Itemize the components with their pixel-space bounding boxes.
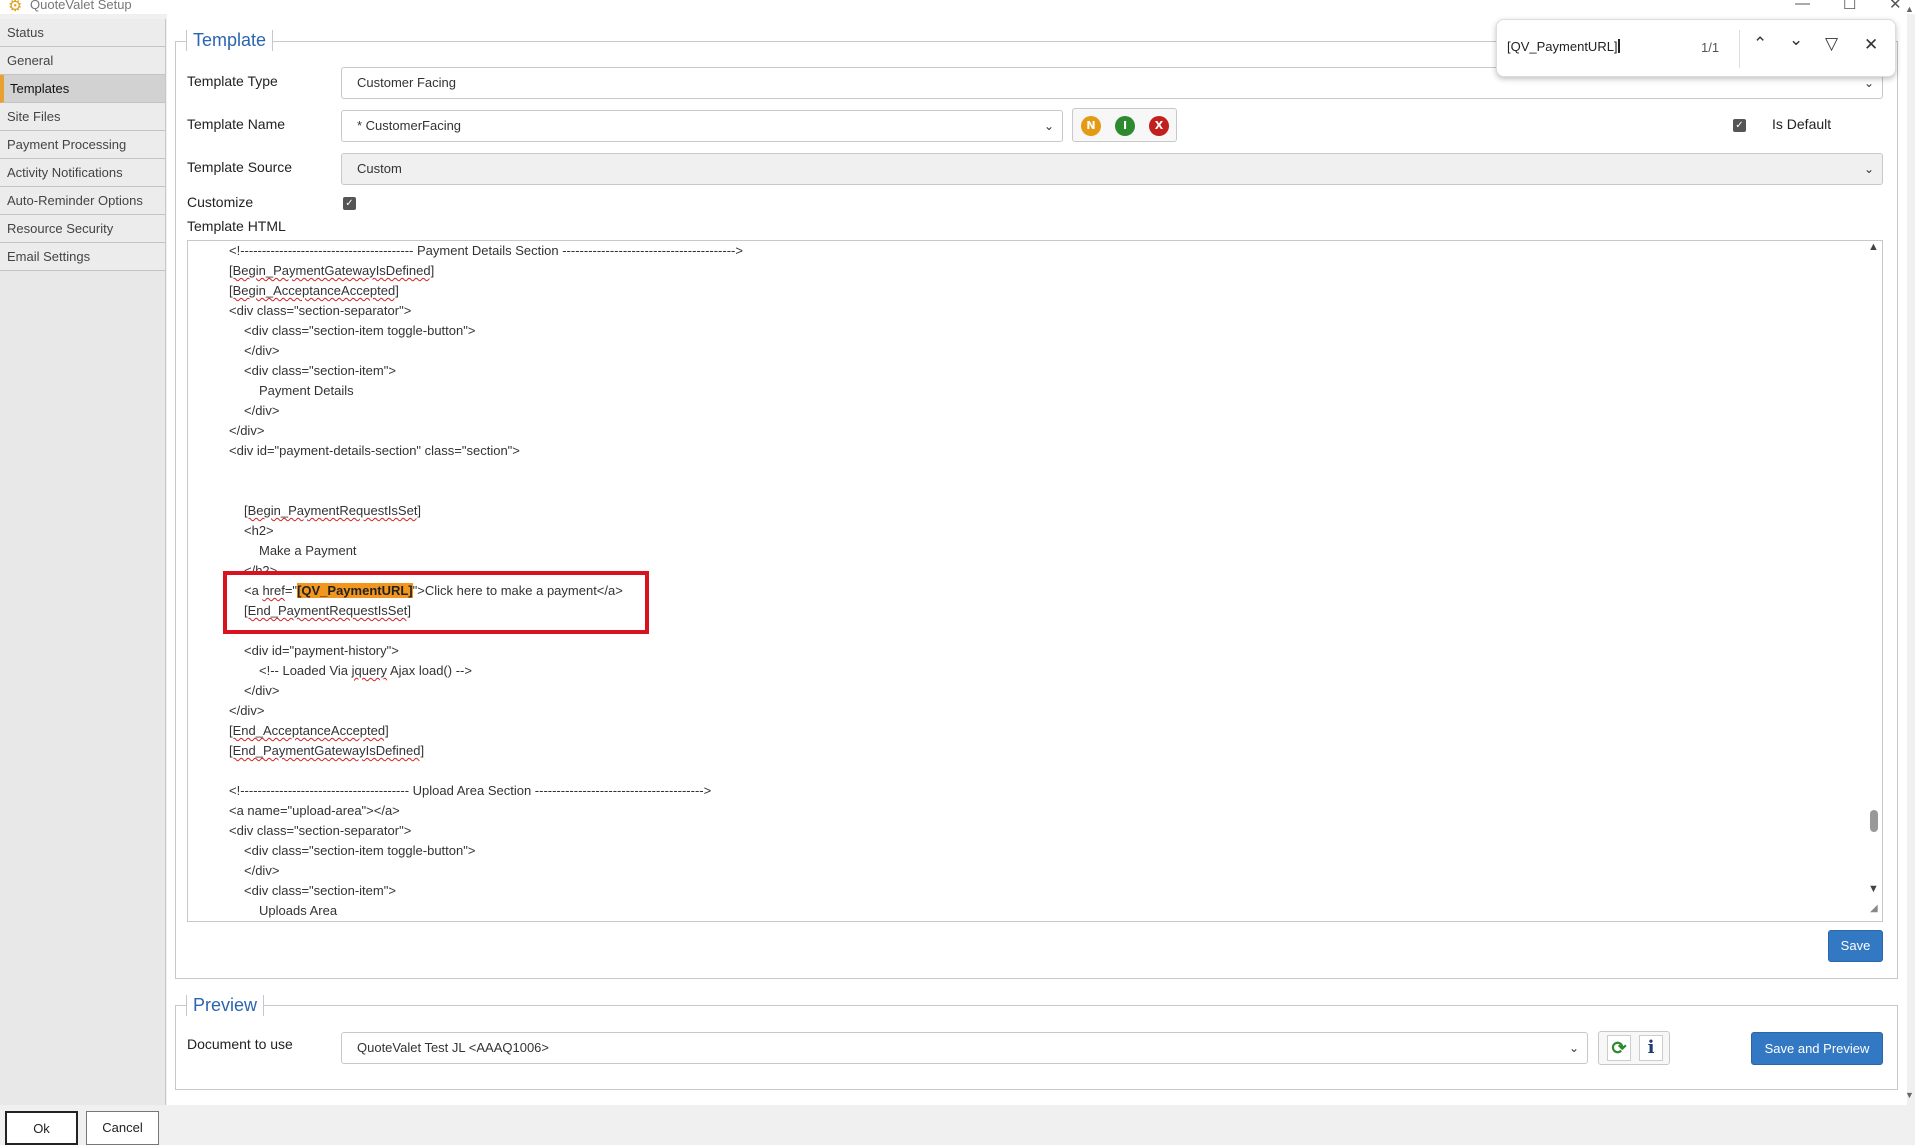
sidebar-item-activity-notifications[interactable]: Activity Notifications	[0, 159, 165, 187]
template-actions-group: N I X	[1072, 108, 1177, 142]
code-line: <div id="payment-history">	[244, 643, 399, 658]
template-type-label: Template Type	[187, 73, 278, 89]
document-actions-group: ⟳ i	[1598, 1031, 1670, 1065]
chevron-down-icon: ⌄	[1568, 1041, 1579, 1055]
template-html-label: Template HTML	[187, 218, 286, 234]
code-line: </div>	[244, 403, 280, 418]
template-name-label: Template Name	[187, 116, 286, 132]
chevron-down-icon: ⌄	[1863, 162, 1874, 176]
template-type-value: Customer Facing	[357, 75, 456, 90]
code-line: <h2>	[244, 523, 274, 538]
resize-grip-icon[interactable]: ◢	[1870, 903, 1878, 914]
text-cursor	[1617, 39, 1620, 53]
save-button[interactable]: Save	[1828, 930, 1883, 962]
code-line: <div class="section-item toggle-button">	[244, 843, 476, 858]
cancel-button[interactable]: Cancel	[86, 1111, 159, 1145]
sidebar-item-email-settings[interactable]: Email Settings	[0, 243, 165, 271]
info-template-button[interactable]: I	[1115, 116, 1135, 136]
chevron-down-icon: ⌄	[1043, 119, 1054, 133]
code-line: <!--------------------------------------…	[229, 783, 712, 798]
code-line: </div>	[229, 703, 265, 718]
code-line: <div class="section-item">	[244, 883, 396, 898]
maximize-button[interactable]: ☐	[1843, 0, 1856, 13]
new-template-button[interactable]: N	[1081, 116, 1101, 136]
code-line: [Begin_PaymentGatewayIsDefined]	[229, 263, 435, 278]
scroll-up-arrow-icon[interactable]: ▲	[1868, 241, 1879, 253]
code-line: </div>	[244, 343, 280, 358]
code-line: <!-- Loaded Via jquery Ajax load() -->	[259, 661, 472, 681]
code-line: <!--------------------------------------…	[229, 243, 743, 258]
code-line: <div class="section-item toggle-button">	[244, 323, 476, 338]
sidebar-item-templates[interactable]: Templates	[0, 75, 165, 103]
code-line: Payment Details	[259, 383, 354, 398]
page-scroll-down-icon[interactable]: ▼	[1905, 1090, 1914, 1100]
code-line: <a name="upload-area"></a>	[229, 803, 400, 818]
code-token: jquery	[351, 663, 388, 678]
code-line: <div id="payment-details-section" class=…	[229, 443, 520, 458]
template-legend: Template	[186, 30, 274, 51]
chevron-down-icon[interactable]: ⌄	[1789, 30, 1803, 50]
code-line: [End_AcceptanceAccepted]	[229, 723, 389, 738]
document-select[interactable]: QuoteValet Test JL <AAAQ1006> ⌄	[341, 1032, 1588, 1064]
template-source-select[interactable]: Custom ⌄	[341, 153, 1883, 185]
sidebar-item-resource-security[interactable]: Resource Security	[0, 215, 165, 243]
template-source-value: Custom	[357, 161, 402, 176]
preview-legend: Preview	[186, 995, 265, 1016]
gear-icon: ⚙	[8, 0, 23, 15]
template-name-value: * CustomerFacing	[357, 118, 462, 133]
find-divider	[1739, 30, 1740, 68]
save-and-preview-button[interactable]: Save and Preview	[1751, 1032, 1883, 1065]
ok-button[interactable]: Ok	[5, 1111, 78, 1145]
code-line: [End_PaymentGatewayIsDefined]	[229, 743, 425, 758]
code-line: <div class="section-separator">	[229, 303, 412, 318]
close-window-button[interactable]: ✕	[1889, 0, 1902, 13]
minimize-button[interactable]: —	[1795, 0, 1810, 12]
customize-label: Customize	[187, 194, 254, 210]
code-line: </div>	[244, 863, 280, 878]
customize-checkbox[interactable]: ✓	[343, 197, 356, 210]
find-query: [QV_PaymentURL]	[1507, 39, 1618, 54]
code-line: <div class="section-separator">	[229, 823, 412, 838]
find-match-count: 1/1	[1701, 40, 1720, 55]
code-token: <!-- Loaded Via	[259, 663, 352, 678]
code-line: <div class="section-item">	[244, 363, 396, 378]
page-scroll-up-icon[interactable]: ▲	[1905, 4, 1914, 14]
document-value: QuoteValet Test JL <AAAQ1006>	[357, 1040, 549, 1055]
document-to-use-label: Document to use	[187, 1036, 293, 1052]
code-line: [Begin_AcceptanceAccepted]	[229, 283, 399, 298]
scroll-down-arrow-icon[interactable]: ▼	[1868, 883, 1879, 895]
delete-template-button[interactable]: X	[1149, 116, 1169, 136]
code-line: Uploads Area	[259, 903, 338, 918]
annotation-highlight-box	[223, 571, 649, 634]
chevron-up-icon[interactable]: ⌃	[1753, 34, 1767, 54]
filter-icon[interactable]: ▽	[1825, 34, 1838, 54]
window-title: QuoteValet Setup	[30, 0, 132, 12]
sidebar-nav: Status General Templates Site Files Paym…	[0, 19, 166, 1105]
is-default-checkbox[interactable]: ✓	[1733, 119, 1746, 132]
sidebar-item-general[interactable]: General	[0, 47, 165, 75]
find-input[interactable]: [QV_PaymentURL]	[1507, 39, 1620, 54]
code-line: [Begin_PaymentRequestIsSet]	[244, 503, 422, 518]
close-icon[interactable]: ✕	[1864, 35, 1878, 55]
sidebar-item-auto-reminder-options[interactable]: Auto-Reminder Options	[0, 187, 165, 215]
info-icon[interactable]: i	[1639, 1035, 1663, 1061]
sidebar-item-status[interactable]: Status	[0, 19, 165, 47]
sidebar-item-payment-processing[interactable]: Payment Processing	[0, 131, 165, 159]
template-name-select[interactable]: * CustomerFacing ⌄	[341, 110, 1063, 142]
code-token: Ajax load() -->	[387, 663, 472, 678]
editor-scrollbar-thumb[interactable]	[1870, 810, 1878, 832]
template-source-label: Template Source	[187, 159, 293, 175]
window-titlebar: ⚙ QuoteValet Setup — ☐ ✕	[0, 0, 1915, 15]
refresh-icon[interactable]: ⟳	[1607, 1035, 1631, 1061]
code-line: </div>	[229, 423, 265, 438]
code-line: </div>	[244, 683, 280, 698]
is-default-label: Is Default	[1772, 116, 1832, 132]
find-bar: [QV_PaymentURL] 1/1 ⌃ ⌄ ▽ ✕	[1496, 19, 1896, 77]
code-line: Make a Payment	[259, 543, 357, 558]
sidebar-item-site-files[interactable]: Site Files	[0, 103, 165, 131]
